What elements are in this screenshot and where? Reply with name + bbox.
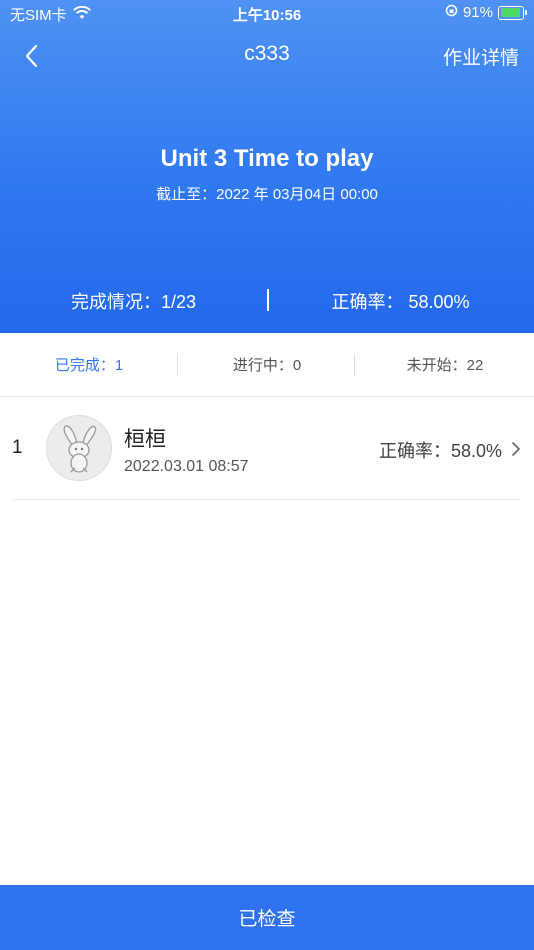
navigation-bar: c333 作业详情: [0, 36, 534, 76]
avatar: [46, 415, 112, 481]
rabbit-avatar-icon: [47, 425, 111, 480]
homework-title: Unit 3 Time to play: [160, 145, 374, 172]
completion-stat: 完成情况：1/23: [70, 292, 197, 312]
accuracy-stat: 正确率： 58.00%: [331, 292, 470, 312]
checked-button[interactable]: 已检查: [0, 885, 534, 950]
summary-stats: 完成情况：1/23 正确率： 58.00%: [0, 288, 534, 314]
tab-in-progress[interactable]: 进行中：0: [178, 333, 356, 396]
battery-percent: 91%: [462, 4, 493, 21]
student-name: 桓桓: [124, 428, 166, 451]
student-list-item[interactable]: 1 桓桓 2022.03.01 08:57 正确率：58.0%: [0, 397, 534, 500]
chevron-right-icon: [510, 441, 522, 457]
battery-level: [500, 8, 520, 17]
tab-completed[interactable]: 已完成：1: [0, 333, 178, 396]
status-filter-tabs: 已完成：1 进行中：0 未开始：22: [0, 333, 534, 397]
tab-divider: [354, 354, 355, 376]
row-index: 1: [12, 437, 23, 458]
status-bar: 无SIM卡 上午10:56 91%: [0, 0, 534, 28]
orientation-lock-icon: [445, 4, 458, 21]
row-divider: [13, 499, 521, 500]
submission-time: 2022.03.01 08:57: [124, 458, 249, 475]
homework-details-link[interactable]: 作业详情: [443, 43, 519, 70]
student-accuracy: 正确率：58.0%: [378, 441, 502, 461]
battery-icon: [498, 5, 527, 20]
header-banner: 无SIM卡 上午10:56 91% c333 作业详情 Unit 3 Time …: [0, 0, 534, 333]
deadline-text: 截止至：2022 年 03月04日 00:00: [156, 186, 378, 203]
tab-not-started[interactable]: 未开始：22: [356, 333, 534, 396]
